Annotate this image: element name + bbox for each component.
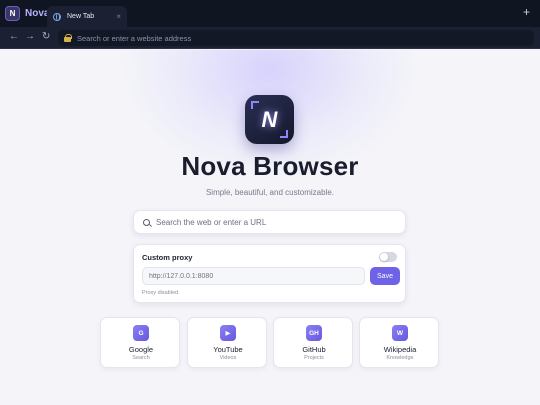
toggle-knob <box>380 253 388 261</box>
page-subtitle: Simple, beautiful, and customizable. <box>205 188 335 197</box>
shortcut-google[interactable]: G Google Search <box>100 317 180 368</box>
shortcut-cards: G Google Search ▶ YouTube Videos GH GitH… <box>100 317 440 368</box>
shortcut-name: GitHub <box>302 345 326 354</box>
tab-bar: N Nova New Tab × + <box>0 0 540 27</box>
brand-name: Nova <box>25 7 50 19</box>
shortcut-name: Wikipedia <box>383 345 417 354</box>
proxy-url-input[interactable] <box>142 267 365 285</box>
address-input[interactable] <box>77 33 517 43</box>
shortcut-subtitle: Projects <box>304 355 324 361</box>
page-title: Nova Browser <box>181 151 359 181</box>
back-button[interactable]: ← <box>9 30 19 44</box>
shortcut-wikipedia[interactable]: W Wikipedia Knowledge <box>359 317 439 368</box>
google-icon: G <box>133 325 149 341</box>
wikipedia-icon: W <box>392 325 408 341</box>
search-icon <box>143 218 150 226</box>
globe-icon <box>53 12 61 21</box>
proxy-card: Custom proxy Save Proxy disabled <box>133 244 406 303</box>
nova-logo-icon: N <box>5 5 20 21</box>
proxy-status: Proxy disabled <box>142 290 179 296</box>
new-tab-button[interactable]: + <box>523 6 530 18</box>
forward-button[interactable]: → <box>25 30 35 44</box>
shortcut-subtitle: Knowledge <box>386 355 414 361</box>
search-box[interactable] <box>133 210 406 234</box>
navigation-bar: ← → ↻ <box>0 27 540 49</box>
shortcut-subtitle: Videos <box>219 355 237 361</box>
lock-icon <box>64 34 72 42</box>
new-tab-page: N Nova Browser Simple, beautiful, and cu… <box>0 50 540 405</box>
shortcut-name: Google <box>128 345 154 354</box>
reload-button[interactable]: ↻ <box>42 30 50 44</box>
shortcut-github[interactable]: GH GitHub Projects <box>273 317 353 368</box>
address-bar[interactable] <box>58 30 534 46</box>
logo-corner-bottom-right <box>280 130 288 138</box>
tab-new-tab[interactable]: New Tab × <box>47 6 127 27</box>
play-icon: ▶ <box>220 325 236 341</box>
close-tab-icon[interactable]: × <box>116 12 121 21</box>
shortcut-youtube[interactable]: ▶ YouTube Videos <box>187 317 267 368</box>
nova-app-logo-icon: N <box>245 95 294 144</box>
logo-corner-top-left <box>251 101 259 109</box>
search-input[interactable] <box>156 217 386 227</box>
shortcut-name: YouTube <box>213 345 243 354</box>
github-icon: GH <box>306 325 322 341</box>
proxy-toggle[interactable] <box>379 252 397 262</box>
proxy-label: Custom proxy <box>142 253 193 262</box>
shortcut-subtitle: Search <box>132 355 150 361</box>
browser-brand: N Nova <box>5 4 49 22</box>
save-proxy-button[interactable]: Save <box>370 267 400 285</box>
logo-letter: N <box>261 106 278 132</box>
tab-title: New Tab <box>67 13 95 20</box>
